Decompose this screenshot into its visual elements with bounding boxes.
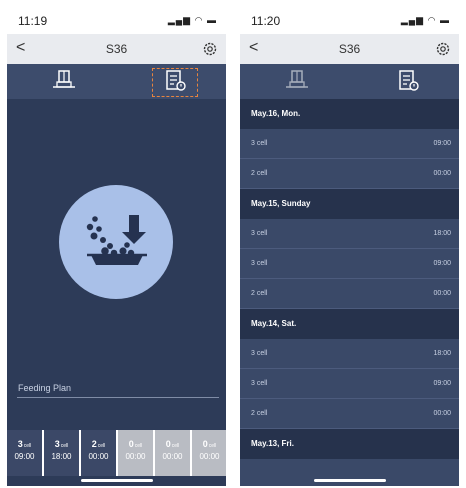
status-bar: 11:20 ▂▄▆ ◠ ▬ xyxy=(240,7,459,34)
slot-unit: cell xyxy=(97,443,106,449)
slot-count: 0 xyxy=(128,439,134,449)
feeding-records-screen: 11:20 ▂▄▆ ◠ ▬ < S36 May.16, Mon. 3 cell 0… xyxy=(240,7,459,486)
slot-count: 3 xyxy=(17,439,23,449)
record-amount: 3 cell xyxy=(251,230,268,237)
signal-icon: ▂▄▆ xyxy=(167,15,192,25)
slot-unit: cell xyxy=(23,443,32,449)
slot-unit: cell xyxy=(208,443,217,449)
nav-bar: < S36 xyxy=(240,34,459,64)
record-list-icon[interactable] xyxy=(397,70,421,97)
battery-icon: ▬ xyxy=(440,15,450,25)
tab-bar xyxy=(7,64,226,99)
nav-bar: < S36 xyxy=(7,34,226,64)
record-row[interactable]: 2 cell 00:00 xyxy=(240,279,459,309)
slot-time: 00:00 xyxy=(125,452,146,461)
record-amount: 2 cell xyxy=(251,410,268,417)
record-row[interactable]: 2 cell 00:00 xyxy=(240,159,459,189)
record-amount: 3 cell xyxy=(251,260,268,267)
page-title: S36 xyxy=(105,42,128,56)
slot-count: 0 xyxy=(202,439,208,449)
record-time: 00:00 xyxy=(433,170,451,177)
status-icons: ▂▄▆ ◠ ▬ xyxy=(168,15,217,26)
page-title: S36 xyxy=(338,42,361,56)
slot-time: 00:00 xyxy=(162,452,183,461)
record-time: 00:00 xyxy=(433,290,451,297)
feeding-plan-row: 3cell 09:00 3cell 18:00 2cell 00:00 0cel… xyxy=(7,430,226,476)
date-header: May.14, Sat. xyxy=(240,309,459,339)
record-row[interactable]: 3 cell 18:00 xyxy=(240,219,459,249)
home-indicator xyxy=(314,479,386,482)
record-time: 00:00 xyxy=(433,410,451,417)
record-time: 09:00 xyxy=(433,380,451,387)
record-amount: 3 cell xyxy=(251,140,268,147)
record-time: 09:00 xyxy=(433,260,451,267)
feeding-plan-slot[interactable]: 3cell 09:00 xyxy=(7,430,42,476)
record-amount: 2 cell xyxy=(251,170,268,177)
slot-time: 00:00 xyxy=(199,452,220,461)
status-icons: ▂▄▆ ◠ ▬ xyxy=(401,15,450,26)
slot-count: 3 xyxy=(54,439,60,449)
feeder-icon[interactable] xyxy=(52,70,76,97)
wifi-icon: ◠ xyxy=(194,15,204,25)
feeding-plan-slot[interactable]: 3cell 18:00 xyxy=(44,430,79,476)
feeding-plan-slot[interactable]: 0cell 00:00 xyxy=(155,430,190,476)
slot-time: 18:00 xyxy=(51,452,72,461)
record-amount: 3 cell xyxy=(251,350,268,357)
date-header: May.13, Fri. xyxy=(240,429,459,459)
slot-unit: cell xyxy=(134,443,143,449)
feeding-plan-slot[interactable]: 0cell 00:00 xyxy=(118,430,153,476)
status-time: 11:19 xyxy=(18,14,48,28)
record-time: 18:00 xyxy=(433,350,451,357)
record-row[interactable]: 3 cell 18:00 xyxy=(240,339,459,369)
record-list-icon[interactable] xyxy=(164,70,188,97)
record-row[interactable]: 3 cell 09:00 xyxy=(240,369,459,399)
slot-unit: cell xyxy=(171,443,180,449)
feeding-record-list[interactable]: May.16, Mon. 3 cell 09:00 2 cell 00:00 May… xyxy=(240,99,459,486)
slot-time: 00:00 xyxy=(88,452,109,461)
status-bar: 11:19 ▂▄▆ ◠ ▬ xyxy=(7,7,226,34)
date-header: May.15, Sunday xyxy=(240,189,459,219)
feeder-icon[interactable] xyxy=(285,70,309,97)
record-amount: 2 cell xyxy=(251,290,268,297)
signal-icon: ▂▄▆ xyxy=(400,15,425,25)
feeding-plan-label: Feeding Plan xyxy=(18,383,72,393)
record-row[interactable]: 2 cell 00:00 xyxy=(240,399,459,429)
record-time: 09:00 xyxy=(433,140,451,147)
record-row[interactable]: 3 cell 09:00 xyxy=(240,249,459,279)
record-amount: 3 cell xyxy=(251,380,268,387)
record-row[interactable]: 3 cell 09:00 xyxy=(240,129,459,159)
feeder-home-screen: 11:19 ▂▄▆ ◠ ▬ < S36 Feeding Plan 3cell 0… xyxy=(7,7,226,486)
divider xyxy=(17,397,219,398)
tab-bar xyxy=(240,64,459,99)
slot-count: 0 xyxy=(165,439,171,449)
record-time: 18:00 xyxy=(433,230,451,237)
feeding-icon[interactable] xyxy=(59,185,173,299)
battery-icon: ▬ xyxy=(207,15,217,25)
gear-icon[interactable] xyxy=(202,41,218,62)
feeding-plan-slot[interactable]: 0cell 00:00 xyxy=(192,430,226,476)
feeding-plan-slot[interactable]: 2cell 00:00 xyxy=(81,430,116,476)
wifi-icon: ◠ xyxy=(427,15,437,25)
slot-count: 2 xyxy=(91,439,97,449)
date-header: May.16, Mon. xyxy=(240,99,459,129)
slot-unit: cell xyxy=(60,443,69,449)
gear-icon[interactable] xyxy=(435,41,451,62)
status-time: 11:20 xyxy=(251,14,281,28)
slot-time: 09:00 xyxy=(14,452,35,461)
home-indicator xyxy=(81,479,153,482)
